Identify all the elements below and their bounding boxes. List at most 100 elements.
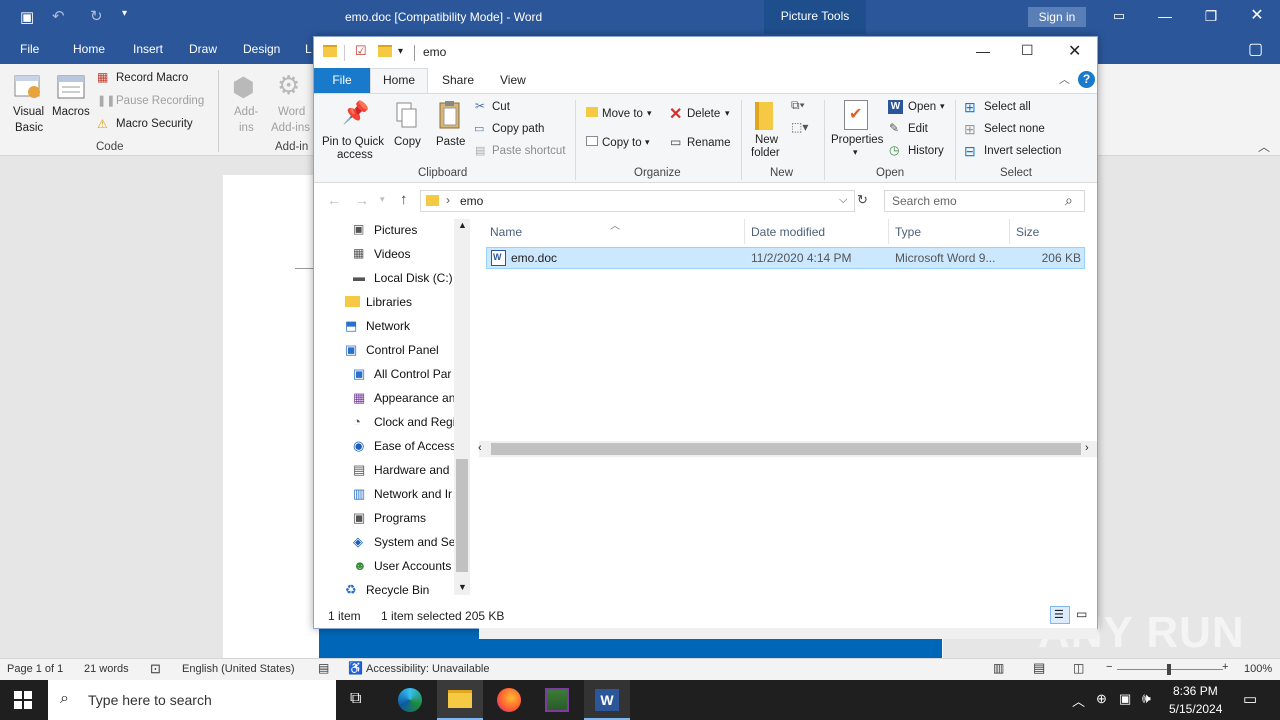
start-button[interactable] [14,691,32,712]
move-to-dropdown-icon[interactable]: ▾ [647,108,652,119]
tab-insert[interactable]: Insert [133,42,163,56]
customize-qat-icon[interactable]: ▾ [122,8,127,19]
nav-item-videos[interactable]: Videos [374,247,410,265]
column-date-modified[interactable]: Date modified [751,225,825,239]
open-dropdown-icon[interactable]: ▾ [940,101,945,112]
search-box[interactable]: Search emo ⌕ [884,190,1085,212]
word-addins-label-1[interactable]: Word [278,106,305,118]
invert-selection-button[interactable]: Invert selection [984,145,1061,157]
nav-item-ease-of-access[interactable]: Ease of Access [374,439,454,457]
help-icon[interactable]: ? [1078,71,1095,88]
save-icon[interactable]: ▣ [20,8,34,26]
back-icon[interactable]: ← [327,192,341,208]
firefox-icon[interactable] [497,688,521,712]
word-minimize-button[interactable]: — [1142,0,1188,34]
nav-scrollbar[interactable]: ▲ ▼ [454,219,470,595]
notifications-icon[interactable]: ▭ [1243,690,1257,708]
nav-scroll-down-icon[interactable]: ▼ [458,582,467,592]
rename-button[interactable]: Rename [687,137,730,149]
large-icons-view-icon[interactable]: ▭ [1076,607,1087,621]
open-button[interactable]: Open [908,101,936,113]
accessibility-status[interactable]: Accessibility: Unavailable [366,663,490,675]
column-size[interactable]: Size [1016,225,1039,239]
macro-security-button[interactable]: Macro Security [116,118,193,130]
edit-button[interactable]: Edit [908,123,928,135]
copy-to-dropdown-icon[interactable]: ▾ [645,137,650,148]
properties-qat-icon[interactable]: ☑ [355,43,367,59]
nav-item-control-panel[interactable]: Control Panel [366,343,462,361]
redo-icon[interactable]: ↻ [90,7,103,25]
new-folder-label-1[interactable]: New [755,134,778,146]
column-divider[interactable] [888,219,889,244]
copy-button[interactable]: Copy [394,136,421,148]
forward-icon[interactable]: → [355,192,369,208]
column-type[interactable]: Type [895,225,921,239]
nav-item-clock-region[interactable]: Clock and Regi [374,415,454,433]
up-icon[interactable]: ↑ [400,191,408,208]
address-dropdown-icon[interactable]: ⌵ [839,194,847,207]
nav-item-all-control-panel[interactable]: All Control Par [374,367,454,385]
show-hidden-icons[interactable]: ︿ [1072,691,1085,710]
tab-home[interactable]: Home [370,68,428,94]
nav-item-network-internet[interactable]: Network and Ir [374,487,454,505]
nav-item-network[interactable]: Network [366,319,410,337]
cut-button[interactable]: Cut [492,101,510,113]
macros-button[interactable] [56,72,88,102]
proofing-icon[interactable]: ⊡ [150,661,161,677]
tab-file[interactable]: File [314,68,370,93]
nav-item-system-security[interactable]: System and Se [374,535,454,553]
addins-label-1[interactable]: Add- [234,106,258,118]
nav-scrollbar-thumb[interactable] [456,459,468,572]
clock-time[interactable]: 8:36 PM [1173,684,1218,698]
tab-file[interactable]: File [20,42,39,56]
copy-path-button[interactable]: Copy path [492,123,544,135]
delete-dropdown-icon[interactable]: ▾ [725,108,730,119]
page-count[interactable]: Page 1 of 1 [7,663,63,675]
nav-item-appearance[interactable]: Appearance an [374,391,454,409]
qat-dropdown-icon[interactable]: ▾ [398,46,403,57]
undo-icon[interactable]: ↶ [52,7,65,25]
nav-item-libraries[interactable]: Libraries [366,295,412,313]
tab-design[interactable]: Design [243,42,280,56]
hscrollbar-thumb[interactable] [491,443,1081,455]
column-name[interactable]: Name [490,225,522,239]
tab-layout[interactable]: L [305,42,312,56]
comments-icon[interactable]: ▢ [1248,39,1263,59]
zoom-out-icon[interactable]: − [1106,661,1112,673]
nav-item-local-disk[interactable]: Local Disk (C:) [374,271,453,289]
breadcrumb-chevron-icon[interactable]: › [446,193,450,207]
onedrive-icon[interactable]: ⊕ [1096,691,1107,707]
explorer-close-button[interactable]: ✕ [1068,41,1081,61]
collapse-ribbon-icon[interactable]: ︿ [1258,138,1270,155]
edge-icon[interactable] [398,688,422,712]
zoom-in-icon[interactable]: + [1222,661,1228,673]
nav-scroll-up-icon[interactable]: ▲ [458,220,467,230]
properties-button[interactable]: Properties [831,134,883,146]
history-button[interactable]: History [908,145,944,157]
select-none-button[interactable]: Select none [984,123,1045,135]
easy-access-icon[interactable]: ⬚▾ [791,120,808,134]
clock-date[interactable]: 5/15/2024 [1169,702,1222,716]
taskbar-search-box[interactable]: ⌕ Type here to search [48,680,336,720]
language-status[interactable]: English (United States) [182,663,295,675]
file-name[interactable]: emo.doc [511,251,557,265]
taskbar-word-button[interactable]: W [584,680,630,720]
print-layout-icon[interactable]: ▤ [1033,660,1045,676]
table-row[interactable]: W emo.doc 11/2/2020 4:14 PM Microsoft Wo… [486,247,1085,269]
tab-draw[interactable]: Draw [189,42,217,56]
column-divider[interactable] [1009,219,1010,244]
breadcrumb-emo[interactable]: emo [460,194,483,208]
nav-item-user-accounts[interactable]: User Accounts [374,559,454,577]
tab-view[interactable]: View [500,73,526,87]
minimize-ribbon-icon[interactable]: ︿ [1059,71,1070,87]
nav-item-hardware-sound[interactable]: Hardware and [374,463,454,481]
column-divider[interactable] [744,219,745,244]
nav-item-recycle-bin[interactable]: Recycle Bin [366,583,429,601]
file-list-hscrollbar[interactable]: ‹ › [478,441,1097,457]
tab-home[interactable]: Home [73,42,105,56]
scroll-left-icon[interactable]: ‹ [478,442,482,454]
winrar-icon[interactable] [545,688,569,712]
details-view-button[interactable]: ☰ [1050,606,1070,624]
word-restore-button[interactable]: ❐ [1188,0,1234,34]
record-macro-button[interactable]: Record Macro [116,72,188,84]
